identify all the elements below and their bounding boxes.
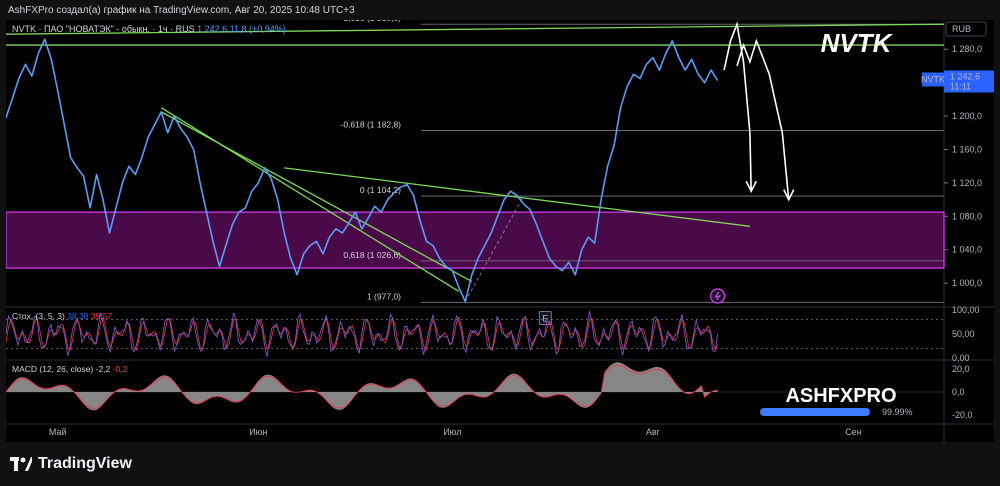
projection-arrow[interactable]	[723, 21, 752, 192]
price-axis-tick-label: 1 120,0	[952, 178, 982, 188]
stoch-axis-label: 50,00	[952, 329, 975, 339]
progress-fill	[760, 408, 870, 416]
fib-level-label: 0 (1 104,2)	[360, 185, 401, 195]
fib-level-label: -0,618 (1 182,8)	[341, 119, 402, 129]
tradingview-brand: TradingView	[38, 455, 132, 472]
price-tag-time: 11:11	[950, 81, 971, 91]
time-axis-label: Авг	[646, 427, 661, 437]
tradingview-logo-icon	[10, 457, 32, 471]
time-axis-label: Май	[49, 427, 67, 437]
macd-axis-label: 20,0	[952, 364, 970, 374]
watermark-title: NVTK	[821, 28, 894, 58]
price-axis-tick-label: 1 040,0	[952, 245, 982, 255]
macd-axis-label: 0,0	[952, 387, 965, 397]
macd-legend[interactable]: MACD (12, 26, close) -2,2 -0,2	[12, 364, 128, 374]
time-axis-label: Июн	[249, 427, 267, 437]
macd-axis-label: -20,0	[952, 410, 973, 420]
chart-canvas[interactable]: -1,618 (1 310,0) -0,618 (1 182,8) 0 (1 104…	[6, 20, 994, 442]
price-axis-tick-label: 1 160,0	[952, 144, 982, 154]
chart-caption: AshFXPro создал(а) график на TradingView…	[8, 5, 355, 16]
stoch-k-line[interactable]	[6, 311, 719, 357]
support-zone[interactable]	[6, 211, 945, 269]
symbol-legend[interactable]: NVTK · ПАО "НОВАТЭК" - обыкн. · 1ч · RUS…	[12, 24, 286, 34]
fib-level-label: 0,618 (1 026,6)	[343, 250, 401, 260]
progress-label: 99.99%	[882, 407, 913, 417]
stoch-axis-label: 100,00	[952, 305, 980, 315]
watermark-brand: ASHFXPRO	[785, 385, 896, 407]
price-tag-symbol: NVTK	[921, 74, 945, 84]
price-axis-tick-label: 1 000,0	[952, 278, 982, 288]
time-axis-label: Июл	[443, 427, 461, 437]
event-mark-label: E	[542, 314, 548, 324]
tradingview-logo[interactable]: TradingView	[10, 455, 132, 473]
projection-arrow[interactable]	[736, 38, 790, 200]
chart-area[interactable]: -1,618 (1 310,0) -0,618 (1 182,8) 0 (1 104…	[6, 20, 994, 442]
price-axis-tick-label: 1 280,0	[952, 44, 982, 54]
price-tag-price: 1 242,6	[950, 71, 980, 81]
price-axis-tick-label: 1 080,0	[952, 211, 982, 221]
fib-level-label: 1 (977,0)	[367, 291, 401, 301]
screenshot-frame: AshFXPro создал(а) график на TradingView…	[0, 0, 1000, 486]
stoch-axis-label: 0,00	[952, 353, 970, 363]
fib-level-label: -1,618 (1 310,0)	[341, 20, 402, 23]
stoch-legend[interactable]: Стох. (3, 5, 3) 38,38 39,57	[12, 311, 112, 321]
time-axis-label: Сен	[845, 427, 862, 437]
price-axis-tick-label: 1 200,0	[952, 111, 982, 121]
currency-label: RUB	[952, 24, 971, 34]
